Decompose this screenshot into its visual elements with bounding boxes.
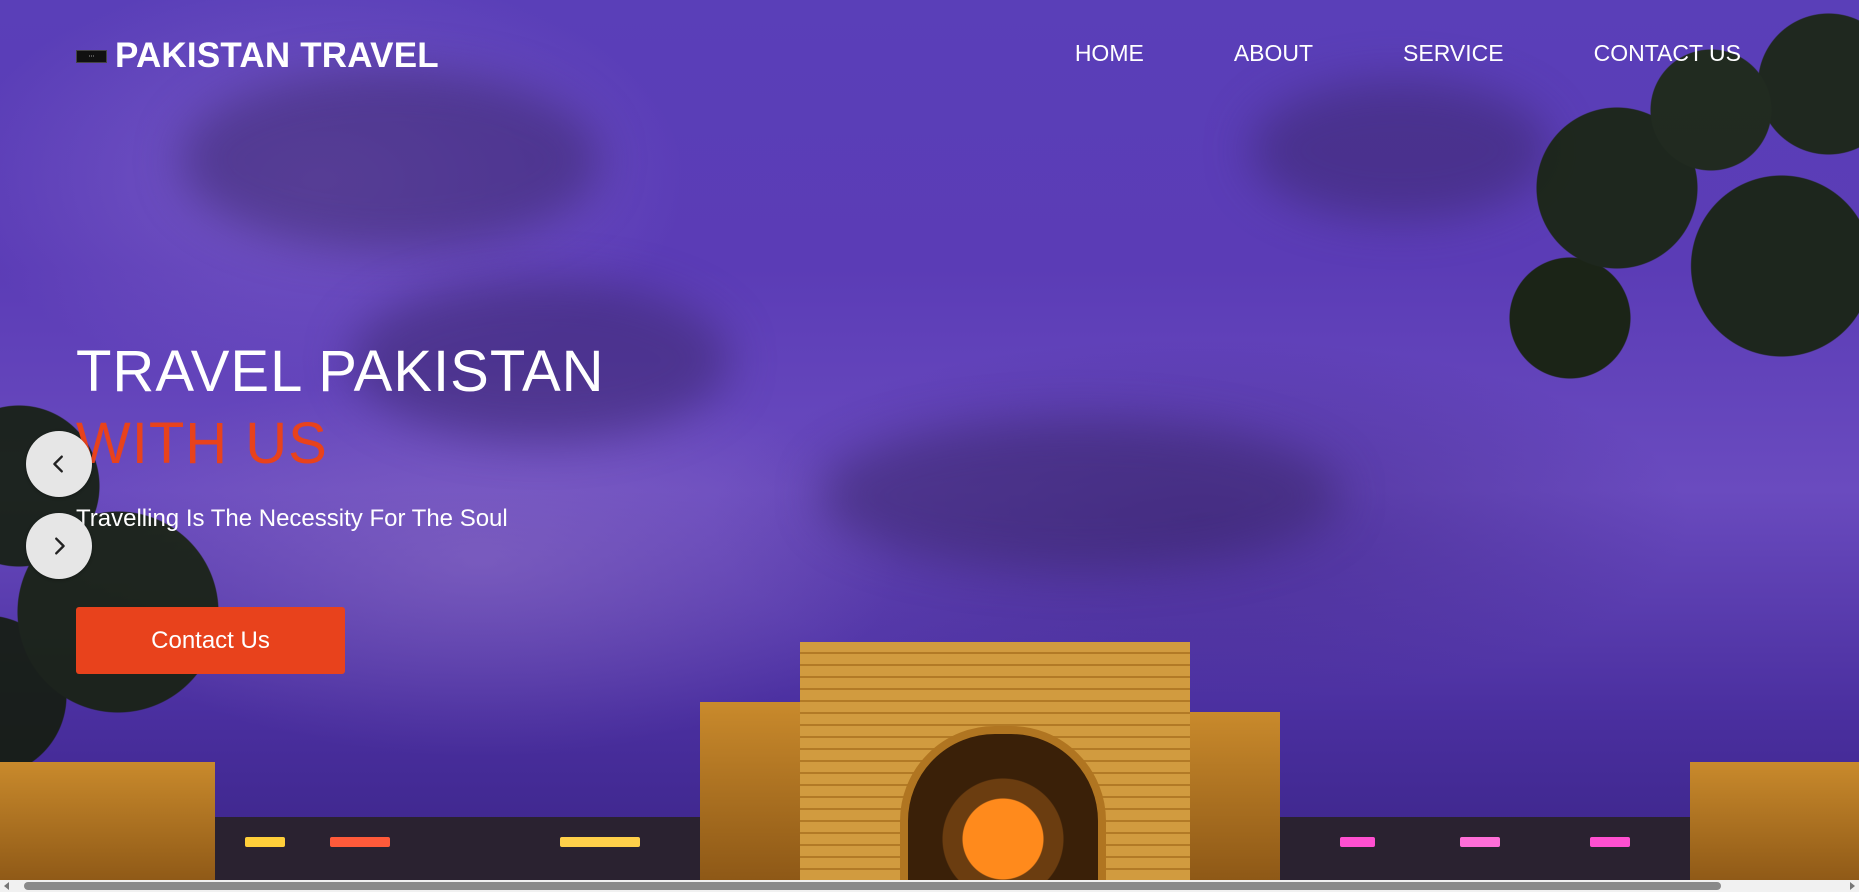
light-strip [1340, 837, 1375, 847]
slider-next-button[interactable] [26, 513, 92, 579]
contact-us-button[interactable]: Contact Us [76, 607, 345, 674]
building-illustration [0, 642, 1859, 892]
slider-prev-button[interactable] [26, 431, 92, 497]
building-wing [700, 702, 810, 892]
nav-menu: HOME ABOUT SERVICE CONTACT US [1075, 40, 1741, 67]
chevron-left-icon [53, 455, 63, 473]
light-strip [245, 837, 285, 847]
chevron-right-icon [55, 537, 65, 555]
light-strip [1590, 837, 1630, 847]
scroll-right-arrow-icon[interactable] [1850, 882, 1855, 890]
scrollbar-thumb[interactable] [24, 882, 1721, 890]
building-wing [0, 762, 215, 892]
hero-highlight: WITH US [76, 411, 328, 476]
hero-title: TRAVEL PAKISTAN [76, 339, 605, 404]
nav-link-contact-us[interactable]: CONTACT US [1594, 40, 1741, 67]
hero-subtitle: Travelling Is The Necessity For The Soul [76, 505, 508, 532]
top-navbar: ⋯ PAKISTAN TRAVEL HOME ABOUT SERVICE CON… [0, 0, 1859, 110]
light-strip [1460, 837, 1500, 847]
horizontal-scrollbar[interactable] [0, 880, 1859, 892]
nav-link-about[interactable]: ABOUT [1234, 40, 1313, 67]
building-wing [1190, 712, 1280, 892]
scroll-left-arrow-icon[interactable] [4, 882, 9, 890]
brand-link[interactable]: ⋯ PAKISTAN TRAVEL [76, 36, 439, 76]
nav-link-service[interactable]: SERVICE [1403, 40, 1504, 67]
building-wing [1690, 762, 1859, 892]
page: ⋯ PAKISTAN TRAVEL HOME ABOUT SERVICE CON… [0, 0, 1859, 892]
brand-name: PAKISTAN TRAVEL [115, 36, 439, 75]
light-strip [560, 837, 640, 847]
brand-logo-icon: ⋯ [76, 49, 107, 63]
building-arch [900, 726, 1106, 892]
cloud-shape [820, 420, 1340, 570]
light-strip [330, 837, 390, 847]
nav-link-home[interactable]: HOME [1075, 40, 1144, 67]
